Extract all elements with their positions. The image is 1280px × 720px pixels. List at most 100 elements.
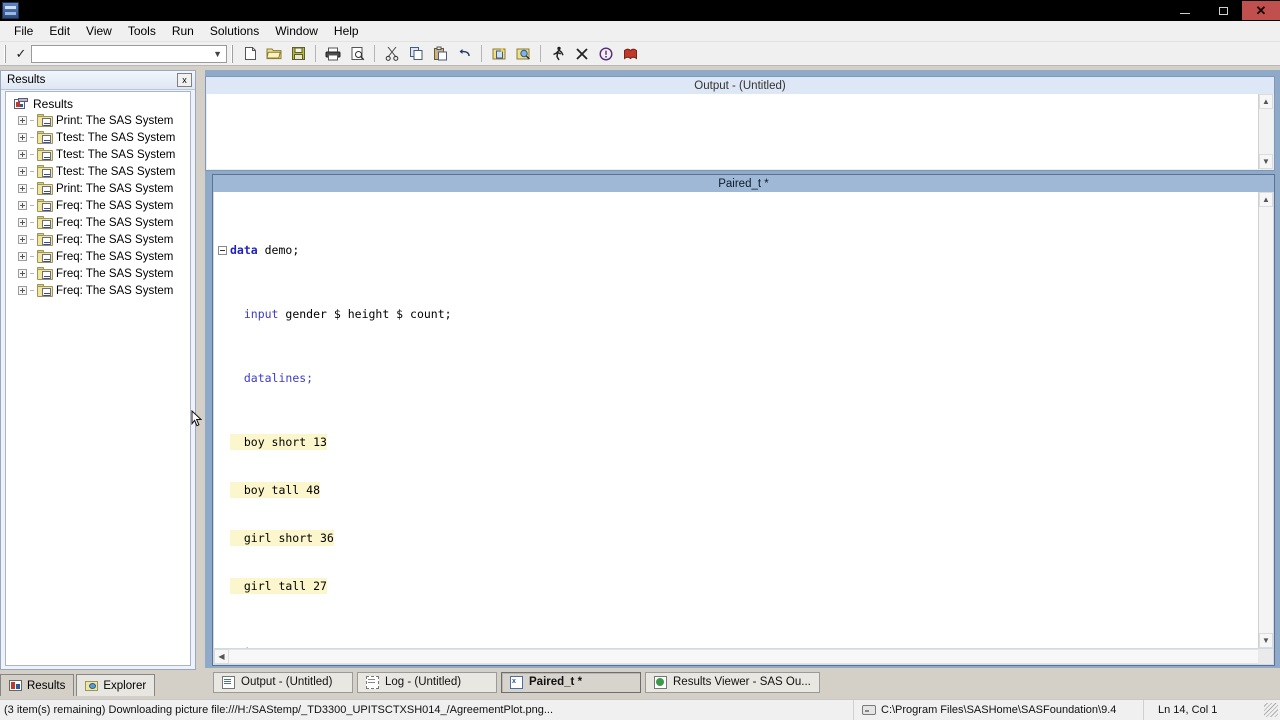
code-line[interactable]: input gender $ height $ count; [214,306,1258,322]
expand-icon[interactable] [18,286,27,295]
collapse-icon[interactable] [217,245,227,255]
code-vertical-scrollbar[interactable]: ▲ ▼ [1258,192,1273,648]
expand-icon[interactable] [18,252,27,261]
copy-button[interactable] [404,43,428,65]
left-tab-explorer[interactable]: Explorer [76,674,156,696]
scroll-down-icon[interactable]: ▼ [1259,633,1273,648]
code-line-text: boy tall 48 [230,482,321,498]
maximize-button[interactable] [1204,1,1242,20]
code-editor-window-title[interactable]: Paired_t * [213,175,1274,192]
menu-item-help[interactable]: Help [326,22,367,40]
help-button[interactable] [618,43,642,65]
tree-root-node[interactable]: Results [8,96,190,112]
close-button[interactable]: ✕ [1242,1,1280,20]
code-editor-window[interactable]: Paired_t * data demo; input gender $ hei… [212,174,1275,666]
fold-gutter[interactable] [214,245,230,255]
horizontal-scroll-track[interactable] [229,649,1258,664]
code-line-text: datalines; [243,371,314,385]
clear-all-button[interactable] [570,43,594,65]
expand-icon[interactable] [18,150,27,159]
expand-icon[interactable] [18,218,27,227]
menu-item-window[interactable]: Window [267,22,326,40]
results-tree[interactable]: Results Print: The SAS System Ttest: The… [5,91,191,666]
window-tab-output[interactable]: Output - (Untitled) [213,671,353,693]
command-box[interactable]: ▼ [31,44,227,63]
menu-item-edit[interactable]: Edit [41,22,78,40]
results-panel-close-button[interactable]: x [177,73,192,87]
expand-icon[interactable] [18,201,27,210]
tree-item-freq-6[interactable]: Freq: The SAS System [8,282,190,299]
tree-item-freq-4[interactable]: Freq: The SAS System [8,248,190,265]
expand-icon[interactable] [18,116,27,125]
command-input[interactable] [32,45,226,62]
undo-button[interactable] [452,43,476,65]
left-tab-results[interactable]: Results [0,674,75,696]
menu-item-view[interactable]: View [78,22,120,40]
menu-item-run[interactable]: Run [164,22,202,40]
code-editor-text-area[interactable]: data demo; input gender $ height $ count… [214,192,1258,648]
open-button[interactable] [262,43,286,65]
chevron-down-icon[interactable]: ▼ [213,49,222,59]
new-document-button[interactable] [238,43,262,65]
status-path-label: C:\Program Files\SASHome\SASFoundation\9… [881,704,1117,716]
paste-button[interactable] [428,43,452,65]
tree-item-ttest-2[interactable]: Ttest: The SAS System [8,146,190,163]
menu-item-solutions[interactable]: Solutions [202,22,267,40]
code-line[interactable]: data demo; [214,242,1258,258]
print-button[interactable] [321,43,345,65]
mdi-client-area: Output - (Untitled) ▲ ▼ Paired_t * data … [205,70,1280,670]
tree-item-freq-5[interactable]: Freq: The SAS System [8,265,190,282]
tree-item-freq-2[interactable]: Freq: The SAS System [8,214,190,231]
submit-button[interactable] [546,43,570,65]
scroll-left-icon[interactable]: ◀ [214,649,229,664]
new-library-button[interactable] [487,43,511,65]
code-line[interactable]: boy short 13 [214,434,1258,450]
cut-button[interactable] [380,43,404,65]
minimize-button[interactable] [1166,1,1204,20]
scroll-up-icon[interactable]: ▲ [1259,192,1273,207]
print-preview-button[interactable] [345,43,369,65]
expand-icon[interactable] [18,235,27,244]
explorer-button[interactable] [511,43,535,65]
expand-icon[interactable] [18,184,27,193]
tree-item-freq-1[interactable]: Freq: The SAS System [8,197,190,214]
code-line[interactable]: boy tall 48 [214,482,1258,498]
window-tab-paired-t[interactable]: x Paired_t * [501,671,641,693]
toolbar-separator-3 [481,45,482,62]
output-window[interactable]: Output - (Untitled) ▲ ▼ [205,76,1275,171]
tree-item-label: Ttest: The SAS System [56,131,176,144]
check-icon[interactable]: ✓ [11,46,31,62]
output-window-body[interactable]: ▲ ▼ [207,94,1273,169]
code-line[interactable]: girl short 36 [214,530,1258,546]
window-tab-log[interactable]: Log - (Untitled) [357,671,497,693]
scroll-down-icon[interactable]: ▼ [1259,154,1273,169]
code-horizontal-scrollbar[interactable]: ◀ ▶ [214,649,1273,664]
expand-icon[interactable] [18,269,27,278]
tree-item-freq-3[interactable]: Freq: The SAS System [8,231,190,248]
output-vertical-scrollbar[interactable]: ▲ ▼ [1258,94,1273,169]
tree-item-print-2[interactable]: Print: The SAS System [8,180,190,197]
window-tab-results-viewer[interactable]: Results Viewer - SAS Ou... [645,671,820,693]
toolbar-grip[interactable] [4,44,8,63]
code-line-text: data demo; [230,243,300,257]
tree-item-print-1[interactable]: Print: The SAS System [8,112,190,129]
code-lines[interactable]: data demo; input gender $ height $ count… [214,192,1258,648]
code-line[interactable]: datalines; [214,370,1258,386]
toolbar-grip-2[interactable] [231,44,235,63]
menu-item-file[interactable]: File [6,22,41,40]
save-button[interactable] [286,43,310,65]
expand-icon[interactable] [18,133,27,142]
editor-doc-icon: x [510,675,523,689]
code-line[interactable]: girl tall 27 [214,578,1258,594]
tree-item-ttest-3[interactable]: Ttest: The SAS System [8,163,190,180]
expand-icon[interactable] [18,167,27,176]
tree-item-label: Ttest: The SAS System [56,165,176,178]
code-line[interactable]: ; [214,642,1258,648]
output-window-title[interactable]: Output - (Untitled) [206,77,1274,94]
output-text-area[interactable] [207,94,1258,169]
scroll-up-icon[interactable]: ▲ [1259,94,1273,109]
resize-grip[interactable] [1264,703,1278,717]
tree-item-ttest-1[interactable]: Ttest: The SAS System [8,129,190,146]
break-button[interactable] [594,43,618,65]
menu-item-tools[interactable]: Tools [120,22,164,40]
